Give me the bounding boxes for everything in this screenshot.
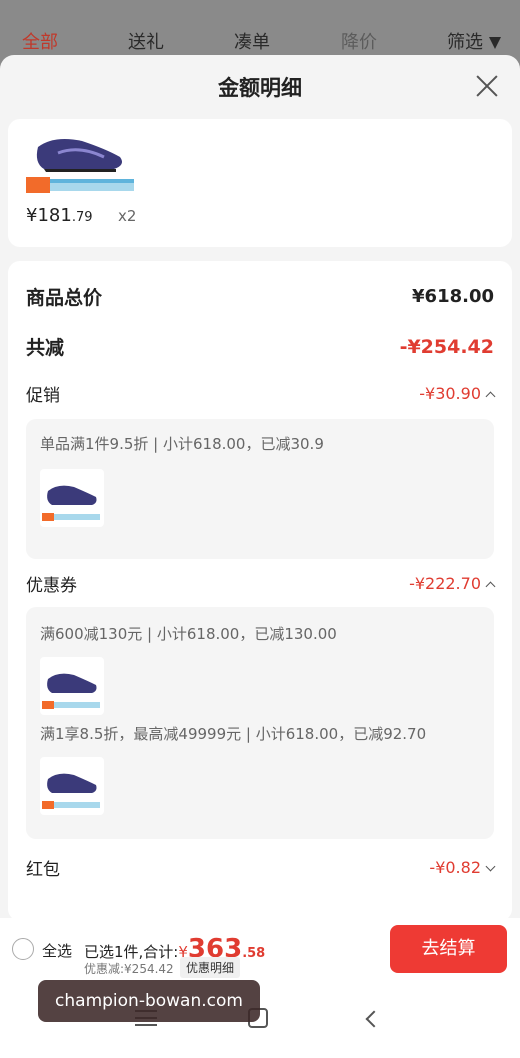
total-label: 商品总价 (26, 287, 103, 309)
coupon-detail-text-2: 满1享8.5折，最高减49999元 | 小计618.00，已减92.70 (40, 725, 427, 743)
redpacket-amount: -¥0.82 (429, 858, 496, 877)
promo-shoe-image (42, 485, 100, 521)
coupon-amount: -¥222.70 (409, 574, 496, 593)
chevron-down-icon[interactable] (485, 861, 496, 872)
total-decimal: .58 (242, 946, 266, 961)
reduce-label: 共减 (26, 337, 65, 359)
product-price: ¥181.79 (26, 205, 93, 226)
coupon-thumb-1 (40, 657, 104, 715)
product-quantity: x2 (118, 207, 137, 225)
chevron-up-icon[interactable] (485, 391, 496, 402)
redpacket-value: -¥0.82 (429, 858, 481, 877)
product-card: ¥181.79 x2 (8, 119, 512, 247)
tab-price-drop[interactable]: 降价 (341, 28, 377, 54)
promo-value: -¥30.90 (419, 384, 481, 403)
amount-card: 商品总价 ¥618.00 共减 -¥254.42 促销 -¥30.90 单品满1… (8, 261, 512, 918)
redpacket-row[interactable]: 红包 -¥0.82 (26, 855, 496, 880)
watermark-overlay: champion-bowan.com (38, 980, 260, 1022)
tab-filter-label: 筛选 (447, 32, 483, 53)
chevron-up-icon[interactable] (485, 581, 496, 592)
coupon-row[interactable]: 优惠券 -¥222.70 (26, 571, 496, 596)
amount-detail-sheet: 金额明细 ¥181.79 x2 商品总价 ¥618.00 共减 -¥254.42… (0, 55, 520, 918)
coupon-shoe-image-1 (42, 673, 100, 709)
coupon-shoe-image-2 (42, 773, 100, 809)
total-value: ¥618.00 (412, 286, 494, 307)
coupon-detail-text-1: 满600减130元 | 小计618.00，已减130.00 (40, 625, 337, 643)
coupon-value: -¥222.70 (409, 574, 481, 593)
select-all-label[interactable]: 全选 (42, 940, 72, 961)
reduce-row: 共减 -¥254.42 (26, 333, 494, 360)
filter-icon (489, 37, 501, 49)
discount-detail-button[interactable]: 优惠明细 (180, 957, 241, 978)
tab-bundle[interactable]: 凑单 (234, 28, 270, 54)
select-all-radio[interactable] (12, 938, 34, 960)
promo-label: 促销 (26, 386, 60, 406)
coupon-detail: 满600减130元 | 小计618.00，已减130.00 满1享8.5折，最高… (26, 607, 494, 839)
total-row: 商品总价 ¥618.00 (26, 283, 494, 310)
coupon-label: 优惠券 (26, 576, 77, 596)
product-image (26, 139, 134, 193)
discount-text: 优惠减:¥254.42 (84, 962, 174, 976)
tab-gift[interactable]: 送礼 (128, 28, 164, 54)
coupon-thumb-2 (40, 757, 104, 815)
back-icon[interactable] (365, 1010, 383, 1028)
sheet-title: 金额明细 (218, 76, 302, 100)
reduce-value: -¥254.42 (399, 335, 494, 358)
redpacket-label: 红包 (26, 860, 60, 880)
promo-detail: 单品满1件9.5折 | 小计618.00，已减30.9 (26, 419, 494, 559)
promo-detail-text: 单品满1件9.5折 | 小计618.00，已减30.9 (40, 435, 324, 453)
checkout-button[interactable]: 去结算 (390, 925, 507, 973)
promo-thumb (40, 469, 104, 527)
product-price-main: ¥181 (26, 205, 72, 226)
promo-amount: -¥30.90 (419, 384, 496, 403)
selected-count: 已选1件,合计: (84, 943, 179, 961)
tab-all[interactable]: 全部 (22, 28, 58, 54)
promo-row[interactable]: 促销 -¥30.90 (26, 381, 496, 406)
product-price-cents: .79 (71, 210, 93, 225)
tab-filter[interactable]: 筛选 (447, 28, 501, 54)
close-icon[interactable] (476, 75, 498, 97)
